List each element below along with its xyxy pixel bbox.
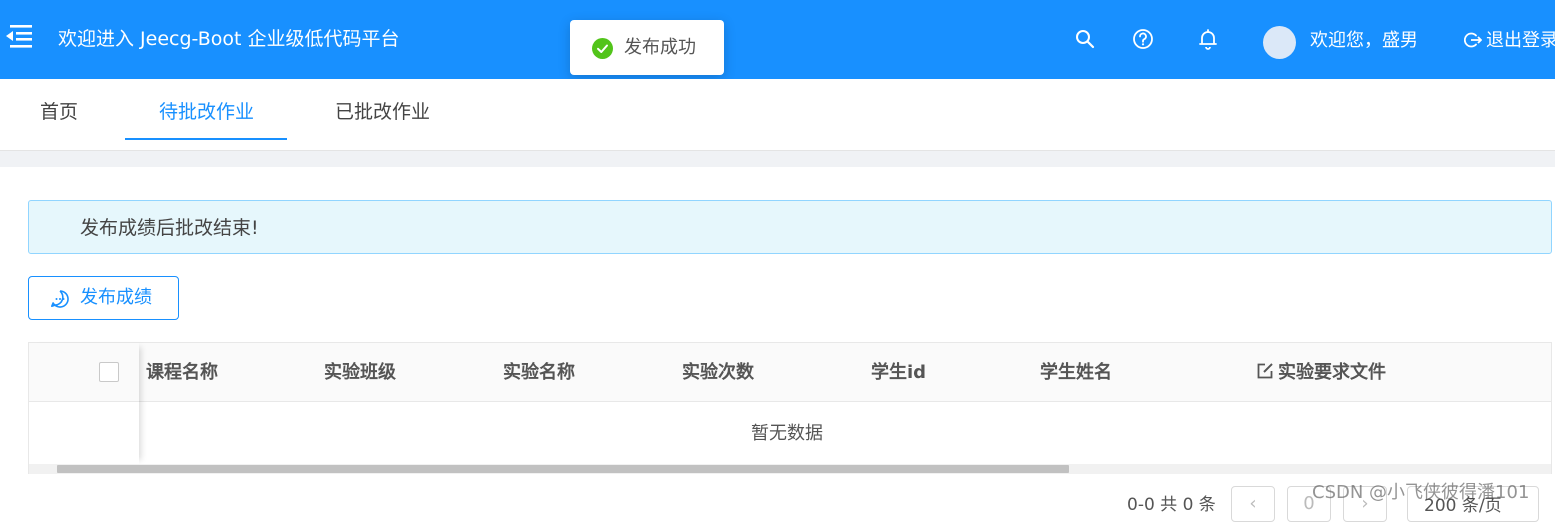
bell-icon[interactable] [1197,28,1219,50]
column-header[interactable]: 实验名称 [503,362,575,384]
select-all-checkbox[interactable] [99,362,119,382]
empty-placeholder: 暂无数据 [751,423,823,444]
publish-grades-label: 发布成绩 [80,287,152,308]
app-title: 欢迎进入 Jeecg-Boot 企业级低代码平台 [58,28,400,50]
pagination-total: 0-0 共 0 条 [1127,495,1216,515]
column-header-file[interactable]: 实验要求文件 [1256,362,1386,384]
scrollbar-thumb[interactable] [57,465,1069,473]
active-tab-indicator [125,138,287,140]
menu-fold-icon[interactable] [4,22,34,50]
welcome-text[interactable]: 欢迎您，盛男 [1310,29,1418,53]
column-header[interactable]: 学生id [871,362,926,384]
tab-home[interactable]: 首页 [40,99,78,125]
avatar[interactable] [1263,26,1296,59]
column-header-label: 实验要求文件 [1278,362,1386,383]
success-toast: 发布成功 [570,20,724,75]
tab-pending-homework[interactable]: 待批改作业 [159,99,254,125]
search-icon[interactable] [1074,28,1096,50]
top-header: 欢迎进入 Jeecg-Boot 企业级低代码平台 欢迎您，盛男 退出登录 [0,0,1555,79]
logout-icon [1464,32,1482,48]
column-header[interactable]: 实验次数 [682,362,754,384]
alert-text: 发布成绩后批改结束! [80,217,259,239]
column-header[interactable]: 学生姓名 [1040,362,1112,384]
message-icon [51,290,69,308]
content-divider [0,151,1555,167]
info-alert: 发布成绩后批改结束! [28,200,1552,254]
watermark: CSDN @小飞侠彼得潘101 [1312,482,1530,503]
table-header: 课程名称 实验班级 实验名称 实验次数 学生id 学生姓名 实验要求文件 [29,343,1551,402]
toast-text: 发布成功 [624,37,696,58]
question-circle-icon[interactable] [1132,28,1154,50]
horizontal-scrollbar[interactable] [29,464,1551,474]
check-circle-icon [592,38,613,59]
publish-grades-button[interactable]: 发布成绩 [28,276,179,320]
column-header[interactable]: 课程名称 [146,362,218,384]
homework-table: 课程名称 实验班级 实验名称 实验次数 学生id 学生姓名 实验要求文件 暂无数… [28,342,1552,474]
logout-label: 退出登录 [1486,30,1555,51]
chevron-left-icon: ‹ [1249,493,1257,514]
column-header[interactable]: 实验班级 [324,362,396,384]
edit-icon [1257,363,1273,379]
logout-button[interactable]: 退出登录 [1464,29,1555,53]
tab-graded-homework[interactable]: 已批改作业 [335,99,430,125]
prev-page-button[interactable]: ‹ [1231,486,1275,522]
tab-bar: 首页 待批改作业 已批改作业 [0,79,1555,151]
